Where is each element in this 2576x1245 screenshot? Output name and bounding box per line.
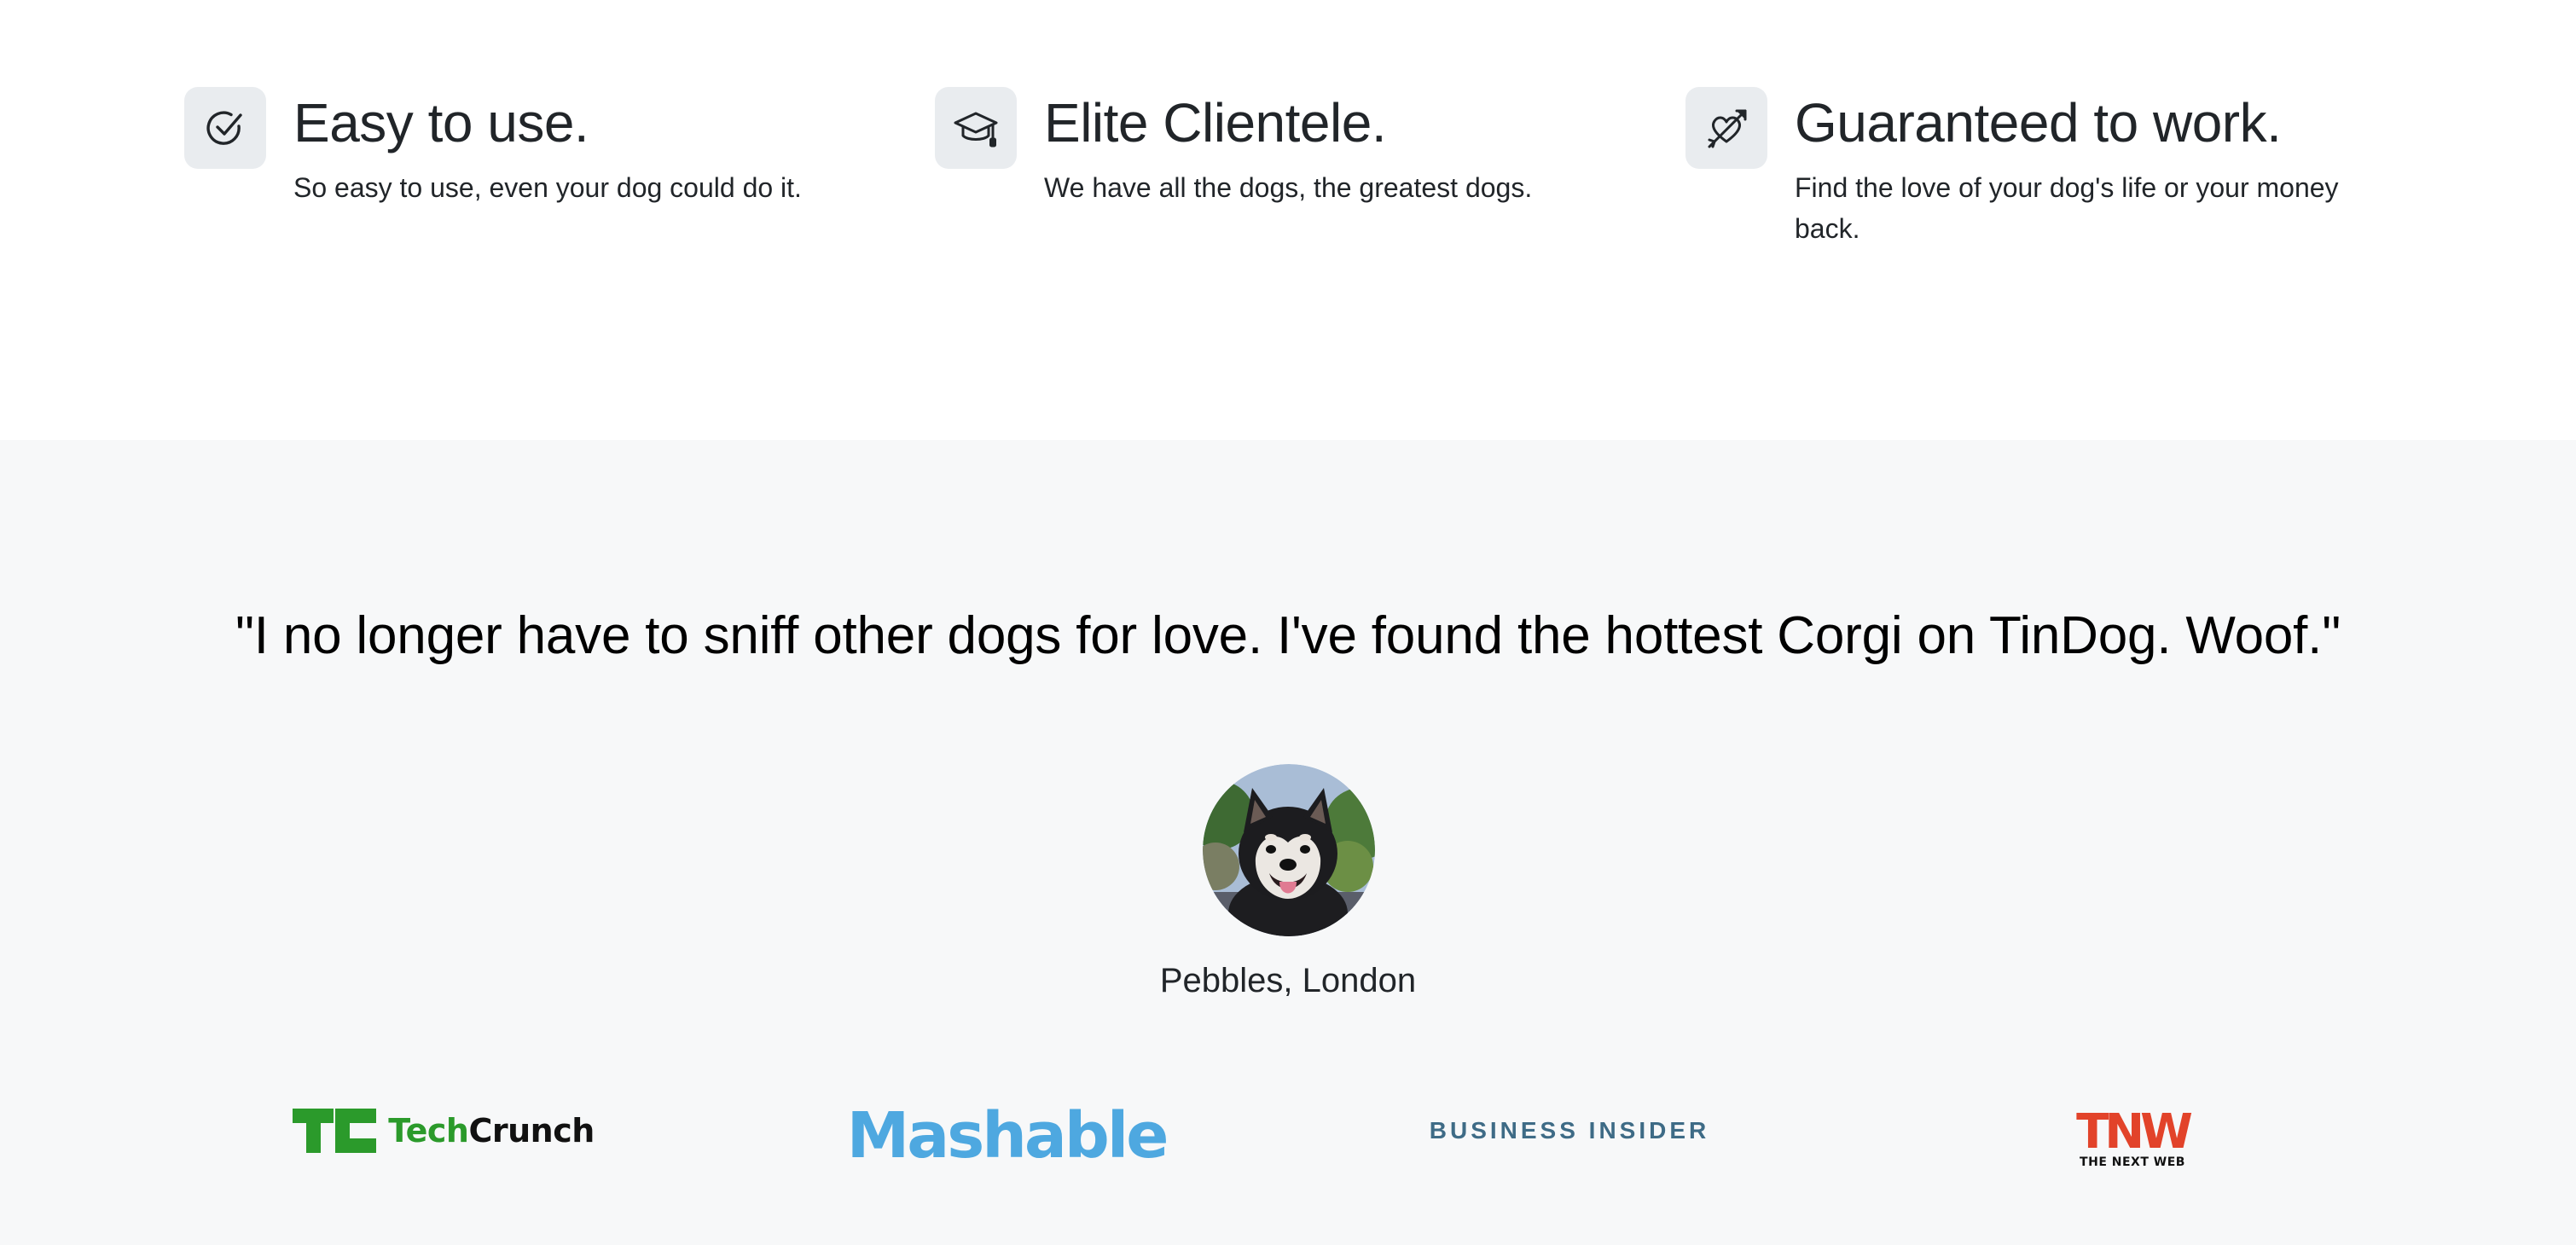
testimonial-quote: "I no longer have to sniff other dogs fo… (235, 606, 2341, 665)
feature-description: Find the love of your dog's life or your… (1795, 172, 2339, 244)
graduation-cap-icon (935, 87, 1017, 169)
techcrunch-tech-text: Tech (388, 1112, 469, 1149)
business-insider-wordmark: BUSINESS INSIDER (1429, 1117, 1710, 1144)
feature-text: Easy to use. So easy to use, even your d… (293, 87, 891, 208)
feature-description: We have all the dogs, the greatest dogs. (1044, 172, 1533, 203)
features-section: Easy to use. So easy to use, even your d… (0, 0, 2576, 440)
mashable-logo: Mashable (847, 1102, 1169, 1170)
heart-arrow-icon (1685, 87, 1767, 169)
feature-description: So easy to use, even your dog could do i… (293, 172, 802, 203)
feature-title: Guaranteed to work. (1795, 92, 2282, 153)
tnw-mark: TNW (2076, 1104, 2193, 1160)
circle-check-icon (184, 87, 266, 169)
techcrunch-crunch-text: Crunch (468, 1112, 595, 1149)
feature-elite-clientele: Elite Clientele. We have all the dogs, t… (935, 87, 1641, 208)
techcrunch-mark-icon (293, 1109, 377, 1153)
feature-easy-to-use: Easy to use. So easy to use, even your d… (184, 87, 891, 208)
dog-avatar (1203, 764, 1375, 936)
feature-guaranteed-to-work: Guaranteed to work. Find the love of you… (1685, 87, 2392, 249)
feature-text: Guaranteed to work. Find the love of you… (1795, 87, 2392, 249)
tnw-logo: TNW THE NEXT WEB (2064, 1105, 2201, 1173)
techcrunch-logo: TechCrunch (293, 1105, 595, 1156)
feature-title: Elite Clientele. (1044, 92, 1387, 153)
business-insider-logo: BUSINESS INSIDER (1430, 1114, 1707, 1148)
feature-text: Elite Clientele. We have all the dogs, t… (1044, 87, 1641, 208)
mashable-wordmark: Mashable (846, 1099, 1169, 1173)
testimonial-section: "I no longer have to sniff other dogs fo… (0, 440, 2576, 1245)
tnw-subtitle: THE NEXT WEB (2080, 1155, 2185, 1169)
testimonial-author: Pebbles, London (1159, 962, 1417, 999)
feature-title: Easy to use. (293, 92, 589, 153)
